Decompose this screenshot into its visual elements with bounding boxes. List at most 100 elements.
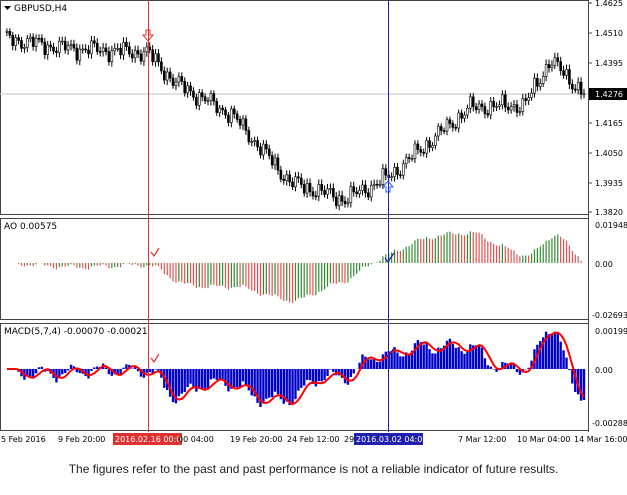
- candle-body: [422, 151, 425, 154]
- candle-body: [381, 168, 385, 185]
- ao-tick: 0.00: [595, 260, 613, 269]
- candle-body: [84, 48, 87, 51]
- candle-body: [305, 182, 309, 194]
- candle-body: [536, 77, 539, 87]
- candle-body: [168, 71, 172, 79]
- time-label: 5 Feb 2016: [1, 435, 46, 444]
- candle-body: [58, 40, 61, 53]
- macd-bar: [215, 369, 218, 380]
- price-tick: 1.4395: [595, 59, 623, 68]
- macd-bar: [265, 369, 268, 399]
- macd-bar: [241, 369, 245, 382]
- macd-bar: [486, 365, 490, 369]
- symbol-label: GBPUSD,H4: [14, 4, 67, 14]
- candle-body: [579, 81, 583, 95]
- candle-body: [259, 146, 262, 156]
- candle-body: [428, 140, 431, 148]
- candle-body: [571, 83, 574, 90]
- candle-body: [186, 85, 189, 94]
- disclaimer-text: The figures refer to the past and past p…: [68, 462, 559, 476]
- candle-body: [384, 168, 388, 176]
- candle-body: [163, 70, 166, 81]
- candle-body: [31, 36, 35, 47]
- candle-body: [544, 64, 548, 77]
- candle-body: [329, 188, 332, 190]
- candle-body: [55, 50, 58, 53]
- candle-body: [133, 50, 137, 59]
- candle-body: [364, 184, 367, 194]
- ao-label: AO 0.00575: [4, 222, 57, 232]
- candle-body: [396, 166, 399, 176]
- candle-body: [128, 46, 131, 55]
- macd-bar: [250, 369, 253, 396]
- candle-body: [247, 130, 251, 143]
- candle-body: [524, 98, 528, 101]
- mt4-chart[interactable]: GBPUSD,H4 AO 0.00575 MACD(5,7,4) -0.0007…: [0, 0, 627, 495]
- macd-bar: [466, 351, 469, 369]
- candle-body: [232, 108, 236, 115]
- macd-bar: [352, 369, 355, 374]
- candle-body: [66, 45, 70, 51]
- candle-body: [299, 177, 303, 185]
- macd-bar: [87, 369, 90, 379]
- candle-body: [314, 195, 318, 198]
- cursor-time-red: 2016.02.16 00:00: [115, 435, 186, 444]
- candle-body: [200, 92, 204, 98]
- candle-body: [28, 36, 32, 40]
- candle-body: [87, 49, 90, 55]
- candle-body: [509, 106, 513, 111]
- candle-body: [469, 96, 472, 109]
- candle-body: [355, 191, 358, 195]
- candle-body: [279, 169, 283, 180]
- macd-bar: [300, 369, 303, 388]
- candle-body: [401, 163, 405, 176]
- candle-body: [235, 113, 239, 120]
- candle-body: [492, 100, 495, 108]
- candle-body: [538, 83, 542, 87]
- price-tick: 1.4165: [595, 119, 623, 128]
- candle-body: [533, 77, 536, 94]
- current-price-text: 1.4276: [595, 90, 623, 99]
- candle-body: [527, 97, 530, 101]
- candle-body: [224, 109, 227, 116]
- macd-bar: [317, 369, 320, 382]
- macd-bar: [469, 344, 472, 369]
- candle-body: [436, 126, 440, 137]
- macd-bar: [349, 369, 353, 377]
- candle-body: [34, 37, 38, 47]
- macd-bar: [305, 369, 309, 380]
- candle-body: [157, 53, 160, 63]
- macd-bar: [198, 369, 201, 389]
- time-label: 7 Mar 12:00: [458, 435, 506, 444]
- candle-body: [369, 184, 373, 198]
- macd-bar: [157, 369, 160, 371]
- candle-body: [501, 94, 504, 106]
- macd-bar: [407, 353, 411, 369]
- candle-body: [375, 183, 379, 186]
- candle-body: [215, 100, 219, 113]
- candle-body: [439, 126, 443, 131]
- candle-body: [568, 69, 571, 85]
- macd-bar: [238, 369, 242, 388]
- candle-body: [206, 100, 210, 102]
- candle-body: [40, 37, 44, 43]
- candle-body: [192, 90, 195, 98]
- candle-body: [317, 184, 321, 197]
- candle-body: [302, 184, 306, 194]
- candle-body: [573, 88, 577, 91]
- cursor-time-blue: 2016.03.02 04:00: [356, 435, 427, 444]
- macd-bar: [209, 369, 213, 380]
- candle-body: [562, 70, 565, 76]
- macd-bar: [367, 359, 370, 369]
- candle-body: [448, 119, 452, 124]
- candle-body: [72, 44, 76, 49]
- candle-body: [477, 103, 481, 111]
- macd-bar: [396, 352, 399, 369]
- candle-body: [442, 130, 446, 132]
- candle-body: [521, 98, 525, 112]
- macd-bar: [308, 369, 312, 381]
- macd-bar: [370, 359, 373, 369]
- candle-body: [151, 49, 154, 62]
- macd-bar: [66, 369, 70, 371]
- price-tick: 1.4510: [595, 29, 623, 38]
